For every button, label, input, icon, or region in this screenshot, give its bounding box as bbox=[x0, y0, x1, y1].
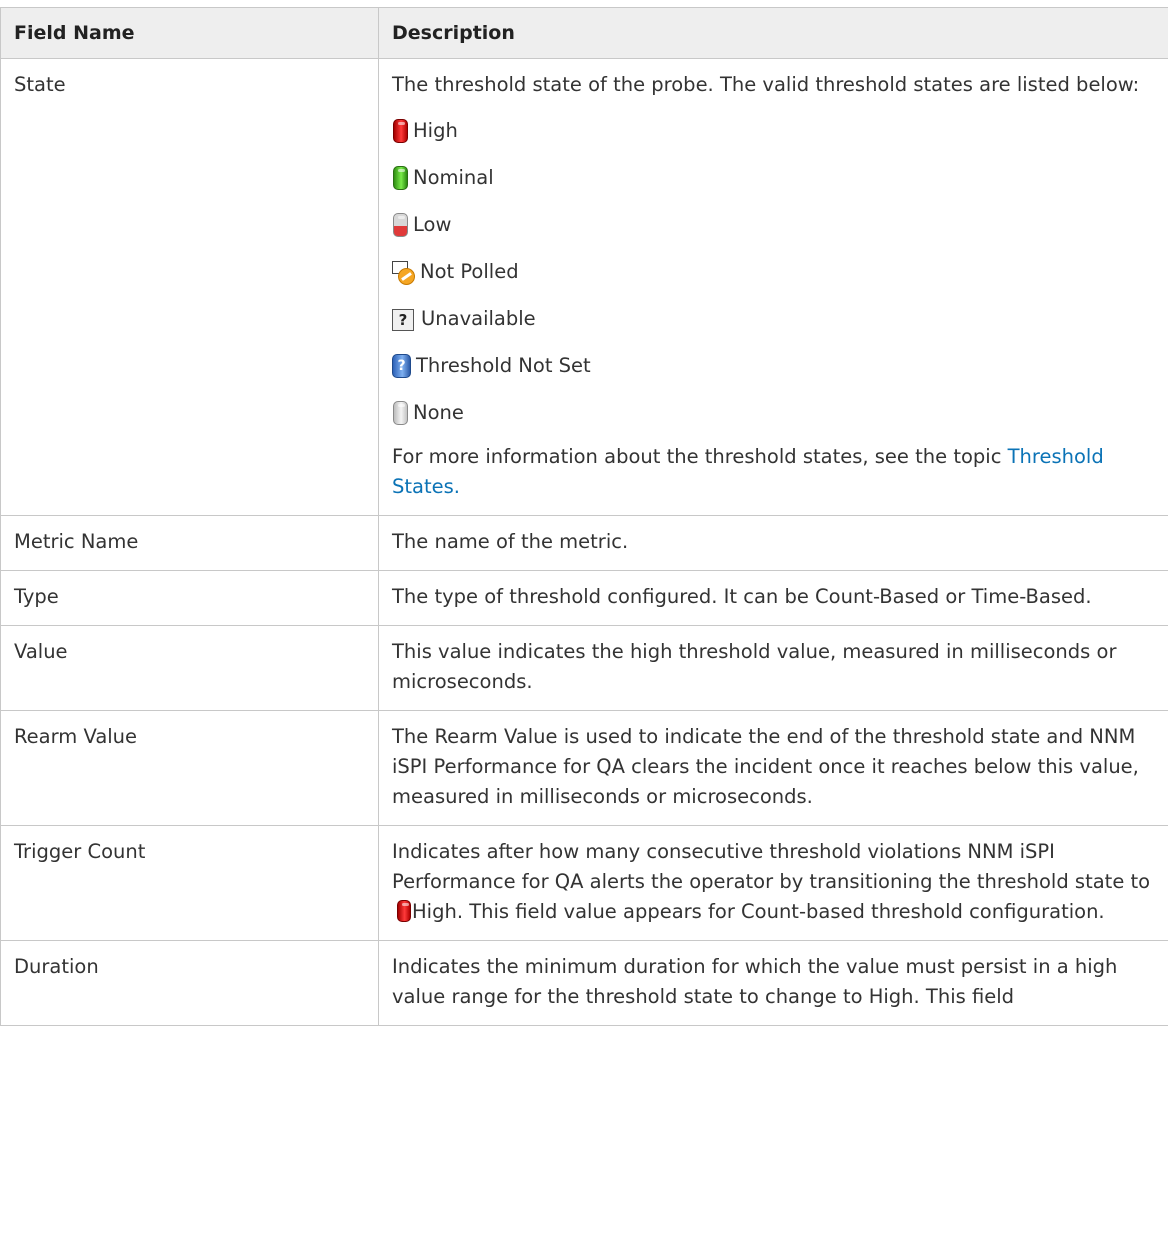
description-value: This value indicates the high threshold … bbox=[378, 625, 1168, 711]
state-label-none: None bbox=[413, 401, 464, 424]
trigger-desc-after: . This field value appears for Count-bas… bbox=[456, 900, 1105, 923]
table-row-state: State The threshold state of the probe. … bbox=[0, 58, 1168, 516]
state-item-high: High bbox=[392, 115, 1167, 147]
table-row-duration: Duration Indicates the minimum duration … bbox=[0, 940, 1168, 1026]
state-description-text: The threshold state of the probe. The va… bbox=[392, 73, 1140, 96]
table-row-type: Type The type of threshold configured. I… bbox=[0, 570, 1168, 626]
table-header-row: Field Name Description bbox=[0, 7, 1168, 59]
none-threshold-icon bbox=[392, 401, 410, 425]
table-row-rearm-value: Rearm Value The Rearm Value is used to i… bbox=[0, 710, 1168, 826]
field-name-state: State bbox=[0, 58, 379, 516]
unavailable-icon: ? bbox=[392, 308, 414, 331]
description-header: Description bbox=[378, 7, 1168, 59]
description-rearm-value: The Rearm Value is used to indicate the … bbox=[378, 710, 1168, 826]
description-type: The type of threshold configured. It can… bbox=[378, 570, 1168, 626]
high-threshold-icon bbox=[392, 119, 410, 143]
field-name-header: Field Name bbox=[0, 7, 379, 59]
state-item-low: Low bbox=[392, 209, 1167, 241]
low-threshold-icon bbox=[392, 213, 410, 237]
trigger-desc-high: High bbox=[412, 900, 457, 923]
description-state: The threshold state of the probe. The va… bbox=[378, 58, 1168, 516]
field-name-metric-name: Metric Name bbox=[0, 515, 379, 571]
field-name-duration: Duration bbox=[0, 940, 379, 1026]
state-label-threshold-not-set: Threshold Not Set bbox=[416, 354, 591, 377]
high-threshold-icon bbox=[396, 900, 411, 922]
nominal-threshold-icon bbox=[392, 166, 410, 190]
not-polled-icon bbox=[392, 260, 415, 285]
state-item-not-polled: Not Polled bbox=[392, 256, 1167, 288]
state-item-none: None bbox=[392, 397, 1167, 429]
state-label-high: High bbox=[413, 119, 458, 142]
state-item-nominal: Nominal bbox=[392, 162, 1167, 194]
trigger-desc-before: Indicates after how many consecutive thr… bbox=[392, 840, 1151, 893]
field-name-trigger-count: Trigger Count bbox=[0, 825, 379, 941]
more-info-sentence: For more information about the threshold… bbox=[392, 445, 1002, 468]
description-duration: Indicates the minimum duration for which… bbox=[378, 940, 1168, 1026]
table-row-trigger-count: Trigger Count Indicates after how many c… bbox=[0, 825, 1168, 941]
state-label-nominal: Nominal bbox=[413, 166, 494, 189]
field-name-rearm-value: Rearm Value bbox=[0, 710, 379, 826]
table-row-metric-name: Metric Name The name of the metric. bbox=[0, 515, 1168, 571]
state-item-unavailable: ? Unavailable bbox=[392, 303, 1167, 335]
field-description-table: Field Name Description State The thresho… bbox=[0, 7, 1168, 1026]
description-metric-name: The name of the metric. bbox=[378, 515, 1168, 571]
state-label-unavailable: Unavailable bbox=[421, 307, 536, 330]
field-name-type: Type bbox=[0, 570, 379, 626]
state-label-low: Low bbox=[413, 213, 452, 236]
state-label-not-polled: Not Polled bbox=[420, 260, 519, 283]
description-trigger-count: Indicates after how many consecutive thr… bbox=[378, 825, 1168, 941]
field-name-value: Value bbox=[0, 625, 379, 711]
more-info-text: For more information about the threshold… bbox=[392, 442, 1167, 502]
threshold-not-set-icon: ? bbox=[392, 354, 411, 378]
state-item-threshold-not-set: ? Threshold Not Set bbox=[392, 350, 1167, 382]
table-row-value: Value This value indicates the high thre… bbox=[0, 625, 1168, 711]
